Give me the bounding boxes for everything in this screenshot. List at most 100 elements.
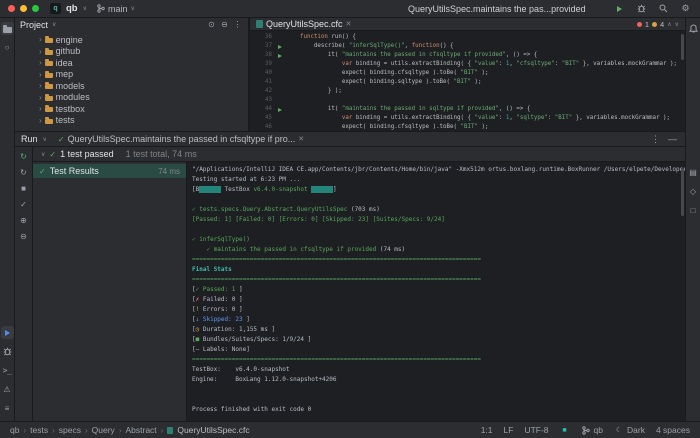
run-console[interactable]: "/Applications/IntelliJ IDEA CE.app/Cont… <box>187 162 685 421</box>
file-icon <box>167 427 173 434</box>
git-branch-widget-label: qb <box>594 425 603 435</box>
stop-button[interactable]: ■ <box>18 183 30 195</box>
line-number[interactable]: 39 <box>250 60 274 69</box>
line-number[interactable]: 36 <box>250 33 274 42</box>
run-tool-button[interactable] <box>1 326 14 339</box>
project-tool-button[interactable] <box>1 22 14 35</box>
code-editor[interactable]: 36 function run() {37 describe( "inferSq… <box>250 31 685 131</box>
inspections-widget[interactable]: 1 4 ∧ ∨ <box>637 20 679 29</box>
test-status-bar: ∨ ✓ 1 test passed 1 test total, 74 ms <box>33 147 685 162</box>
notifications-button[interactable] <box>687 22 700 35</box>
console-text: Testing started at 6:23 PM ... <box>192 176 300 183</box>
code-token: var <box>342 115 352 121</box>
close-window-button[interactable] <box>8 5 15 12</box>
boxlang-runtime[interactable]: ■ <box>560 425 570 435</box>
run-tab[interactable]: Run <box>21 134 38 144</box>
code-token: } ); <box>286 88 342 94</box>
chevron-down-icon: ∨ <box>43 136 47 143</box>
line-number[interactable]: 42 <box>250 87 274 96</box>
run-session-tab[interactable]: ✓ QueryUtilsSpec.maintains the passed in… <box>58 134 304 144</box>
indent-widget[interactable]: 4 spaces <box>656 425 690 435</box>
expand-all-button[interactable]: ⊕ <box>18 215 30 227</box>
tree-item[interactable]: ›github <box>15 46 248 58</box>
test-passed-icon: ✓ <box>39 167 46 176</box>
caret-position[interactable]: 1:1 <box>481 425 493 435</box>
close-session-icon[interactable]: ✕ <box>298 135 304 143</box>
line-number[interactable]: 45 <box>250 114 274 123</box>
terminal-tool-button[interactable]: >_ <box>1 364 14 377</box>
show-passed-button[interactable]: ✓ <box>18 199 30 211</box>
line-number[interactable]: 44 <box>250 105 274 114</box>
run-button[interactable] <box>613 2 626 15</box>
project-panel-header[interactable]: Project ∨ ⊙⊖⋮ <box>15 18 248 31</box>
breadcrumb-item[interactable]: Query <box>92 425 115 435</box>
theme-widget[interactable]: ☾Dark <box>614 425 645 435</box>
tree-item[interactable]: ›models <box>15 80 248 92</box>
breadcrumb-item[interactable]: Abstract <box>125 425 156 435</box>
panel-options-button[interactable]: ⋮ <box>232 19 243 30</box>
line-number[interactable]: 43 <box>250 96 274 105</box>
tree-item[interactable]: ›modules <box>15 92 248 104</box>
code-token: "maintains the passed in cfsqltype if pr… <box>342 52 506 58</box>
rerun-tests-button[interactable]: ↻ <box>18 151 30 163</box>
tree-item-label: testbox <box>56 104 85 114</box>
run-test-gutter-icon[interactable] <box>274 108 286 112</box>
console-scrollbar-thumb[interactable] <box>681 168 684 216</box>
more-options-button[interactable]: ⋮ <box>649 133 662 146</box>
problems-tool-button[interactable]: ⚠ <box>1 383 14 396</box>
settings-button[interactable]: ⚙ <box>679 2 692 15</box>
run-session-label: QueryUtilsSpec.maintains the passed in c… <box>68 134 296 144</box>
line-number[interactable]: 37 <box>250 42 274 51</box>
line-number[interactable]: 41 <box>250 78 274 87</box>
file-encoding[interactable]: UTF-8 <box>524 425 548 435</box>
run-test-gutter-icon[interactable] <box>274 54 286 58</box>
locate-file-button[interactable]: ⊙ <box>206 19 217 30</box>
line-number[interactable]: 38 <box>250 51 274 60</box>
hide-panel-button[interactable]: — <box>666 133 679 146</box>
console-text: (74 ms) <box>380 246 405 253</box>
line-number[interactable]: 46 <box>250 123 274 131</box>
breadcrumb-item[interactable]: QueryUtilsSpec.cfc <box>177 425 249 435</box>
search-everywhere-button[interactable] <box>657 2 670 15</box>
prev-problem-icon[interactable]: ∧ <box>667 21 671 28</box>
run-test-gutter-icon[interactable] <box>274 45 286 49</box>
minimize-window-button[interactable] <box>20 5 27 12</box>
test-results-root-row[interactable]: ✓ Test Results 74 ms <box>33 164 186 178</box>
vcs-branch-widget[interactable]: main ∨ <box>96 4 135 14</box>
next-problem-icon[interactable]: ∨ <box>675 21 679 28</box>
zoom-window-button[interactable] <box>32 5 39 12</box>
dependencies-tool-button[interactable]: □ <box>687 204 700 217</box>
project-widget[interactable]: qb <box>66 3 78 14</box>
debug-button[interactable] <box>635 2 648 15</box>
database-tool-button[interactable]: ▤ <box>687 166 700 179</box>
tree-item[interactable]: ›tests <box>15 115 248 127</box>
code-token: : <box>548 115 555 121</box>
collapse-all-button[interactable]: ⊖ <box>219 19 230 30</box>
editor-tab[interactable]: QueryUtilsSpec.cfc ✕ <box>256 18 351 31</box>
editor-scrollbar-thumb[interactable] <box>681 34 684 60</box>
tree-item[interactable]: ›engine <box>15 34 248 46</box>
build-tool-button[interactable]: ◇ <box>687 185 700 198</box>
close-tab-icon[interactable]: ✕ <box>346 20 352 28</box>
tree-item[interactable]: ›idea <box>15 57 248 69</box>
breadcrumb-item[interactable]: tests <box>30 425 48 435</box>
debug-tool-button[interactable] <box>1 345 14 358</box>
left-tool-strip: ○ >_ ⚠ ≡ <box>0 18 15 421</box>
console-text: ] <box>246 346 250 353</box>
tree-item[interactable]: ›testbox <box>15 103 248 115</box>
code-token: binding = utils.extractBinding( { <box>352 115 474 121</box>
rerun-failed-button[interactable]: ↻ <box>18 167 30 179</box>
breadcrumb-item[interactable]: specs <box>59 425 81 435</box>
folder-icon <box>45 105 53 112</box>
line-number[interactable]: 40 <box>250 69 274 78</box>
line-separator[interactable]: LF <box>504 425 514 435</box>
collapse-all-button[interactable]: ⊖ <box>18 231 30 243</box>
code-token: "maintains the passed in sqltype if prov… <box>342 106 499 112</box>
services-tool-button[interactable]: ≡ <box>1 402 14 415</box>
code-token: function <box>412 43 440 49</box>
breadcrumb-item[interactable]: qb <box>10 425 19 435</box>
tree-item[interactable]: ›mep <box>15 69 248 81</box>
commit-tool-button[interactable]: ○ <box>1 41 14 54</box>
chevron-down-icon: ∨ <box>131 5 135 12</box>
git-branch-widget[interactable]: qb <box>581 425 603 435</box>
